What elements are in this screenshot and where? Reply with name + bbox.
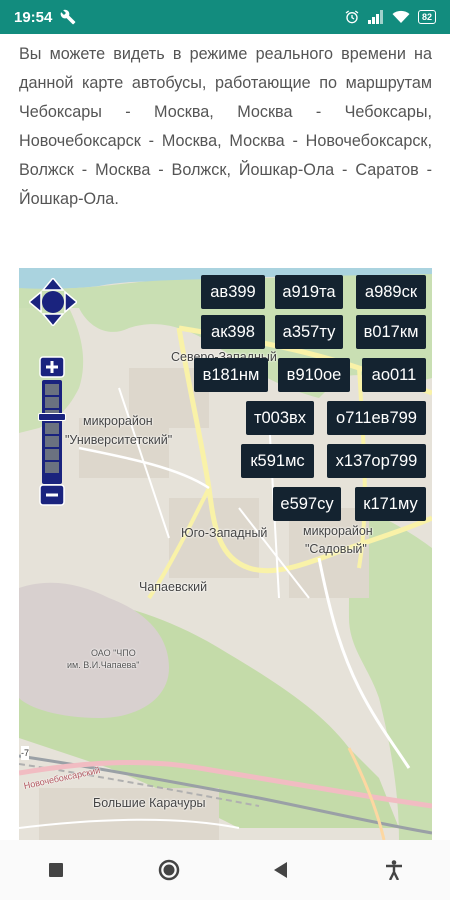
pan-up-icon — [41, 278, 65, 291]
accessibility-button[interactable] — [374, 850, 414, 890]
wifi-icon — [392, 10, 410, 23]
home-button[interactable] — [149, 850, 189, 890]
zoom-slider[interactable] — [38, 413, 66, 421]
wrench-icon — [61, 9, 76, 25]
bus-label[interactable]: к171му — [355, 487, 426, 521]
zoom-in-button[interactable] — [39, 356, 65, 378]
pan-down-icon — [41, 313, 65, 326]
back-button[interactable] — [261, 850, 301, 890]
zoom-control — [38, 356, 66, 506]
bus-label[interactable]: в910ое — [278, 358, 350, 392]
bus-label[interactable]: ао011 — [362, 358, 426, 392]
bus-label[interactable]: а357ту — [275, 315, 343, 349]
bus-label[interactable]: ав399 — [201, 275, 265, 309]
square-icon — [49, 863, 64, 877]
zoom-out-button[interactable] — [39, 484, 65, 506]
status-bar: 19:54 82 — [0, 0, 450, 34]
alarm-icon — [345, 10, 359, 24]
place-chpo-name: им. В.И.Чапаева" — [67, 660, 140, 670]
road-number-label: -7 — [21, 746, 30, 760]
bus-label[interactable]: о711ев799 — [327, 401, 426, 435]
pan-left-icon — [29, 290, 42, 314]
place-bolshie-karachury: Большие Карачуры — [93, 796, 206, 810]
place-university-district: микрорайон — [83, 414, 153, 428]
navigation-bar — [0, 840, 450, 900]
back-triangle-icon — [274, 862, 288, 878]
signal-icon — [367, 10, 383, 24]
place-university-district-name: "Университетский" — [65, 433, 173, 447]
place-yugo-zapadny: Юго-Западный — [181, 526, 268, 540]
bus-label[interactable]: к591мс — [241, 444, 314, 478]
bus-label[interactable]: в017км — [356, 315, 426, 349]
place-chapaevsky: Чапаевский — [139, 580, 208, 594]
accessibility-icon — [385, 860, 402, 880]
bus-label[interactable]: т003вх — [246, 401, 314, 435]
place-sadovy-district: микрорайон — [303, 524, 373, 538]
bus-label[interactable]: а919та — [275, 275, 343, 309]
bus-label[interactable]: х137ор799 — [327, 444, 426, 478]
status-time: 19:54 — [14, 8, 53, 26]
pan-right-icon — [64, 290, 77, 314]
battery-icon: 82 — [417, 10, 436, 24]
bus-label[interactable]: в181нм — [194, 358, 268, 392]
zoom-track[interactable] — [42, 380, 62, 484]
place-sadovy-name: "Садовый" — [305, 542, 367, 556]
bus-map[interactable]: микрорайон "Университетский" Северо-Запа… — [19, 268, 432, 840]
recents-button[interactable] — [36, 850, 76, 890]
bus-label[interactable]: а989ск — [356, 275, 426, 309]
bus-label[interactable]: ак398 — [201, 315, 265, 349]
circle-icon — [158, 859, 179, 881]
bus-label[interactable]: е597су — [273, 487, 341, 521]
pan-control[interactable] — [29, 278, 77, 326]
intro-text: Вы можете видеть в режиме реального врем… — [19, 45, 432, 208]
